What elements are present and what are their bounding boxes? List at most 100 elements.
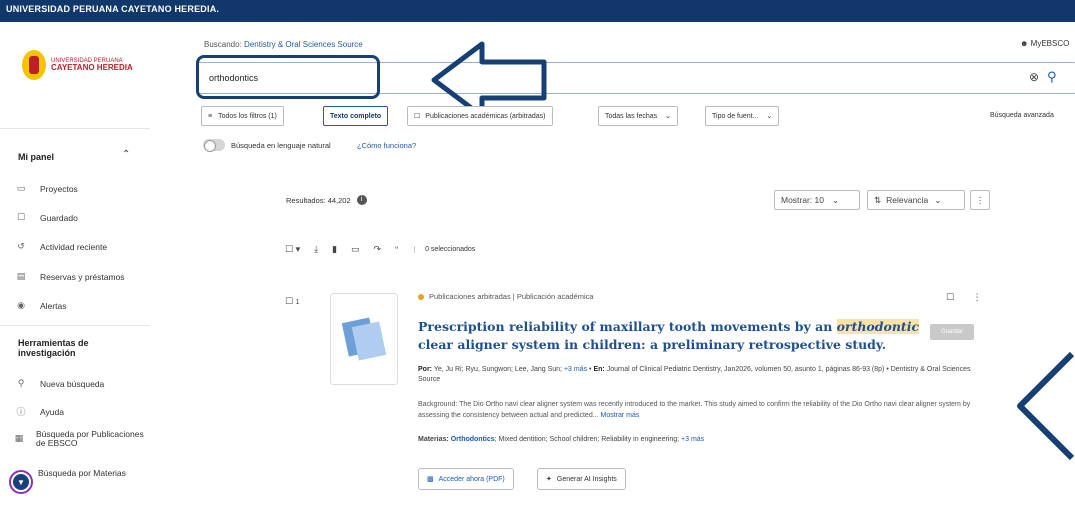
download-icon[interactable]: ⤓ [314, 244, 318, 255]
how-it-works-link[interactable]: ¿Cómo funciona? [357, 141, 416, 150]
more-vertical-icon[interactable]: ⋮ [973, 292, 982, 302]
database-link[interactable]: Dentistry & Oral Sciences Source [244, 40, 363, 49]
peer-reviewed-chip[interactable]: ☐ Publicaciones académicas (arbitradas) [407, 106, 553, 126]
info-icon[interactable]: i [356, 195, 367, 205]
sidebar-item-recent-activity[interactable]: ↺ Actividad reciente [14, 241, 107, 252]
searching-database: Buscando: Dentistry & Oral Sciences Sour… [204, 40, 363, 49]
share-icon[interactable]: ↷ [374, 244, 382, 255]
sidebar-item-label: Guardado [40, 212, 78, 223]
institution-bar: UNIVERSIDAD PERUANA CAYETANO HEREDIA. [0, 0, 1075, 22]
result-metadata: Por: Ye, Ju Ri; Ryu, Sungwon; Lee, Jang … [418, 366, 971, 384]
result-checkbox[interactable]: ☐ 1 [285, 296, 299, 307]
result-thumbnail[interactable] [330, 293, 398, 385]
help-icon: ⓘ [16, 407, 26, 417]
sidebar-item-projects[interactable]: ▭ Proyectos [14, 183, 78, 194]
peer-reviewed-dot-icon [418, 293, 424, 300]
sidebar-item-label: Reservas y préstamos [40, 271, 125, 282]
chevron-down-icon: ⌄ [832, 194, 840, 205]
chevron-up-icon[interactable]: ⌃ [122, 149, 130, 160]
publications-icon: ▦ [14, 433, 24, 444]
advanced-search-link[interactable]: Búsqueda avanzada [990, 112, 1054, 119]
sparkle-icon: ✦ [546, 476, 552, 483]
sidebar-item-subjects[interactable]: Búsqueda por Materias [38, 468, 126, 478]
more-vertical-icon: ⋮ [975, 194, 985, 205]
library-icon: ▤ [16, 271, 26, 281]
bell-icon: ◉ [17, 300, 25, 310]
results-per-page-dropdown[interactable]: Mostrar: 10 ⌄ [774, 190, 860, 210]
all-filters-button[interactable]: ≡ Todos los filtros (1) [201, 106, 284, 126]
chevron-down-icon: ⌄ [934, 194, 942, 205]
logo-line-2: CAYETANO HEREDIA [51, 63, 133, 72]
result-title[interactable]: Prescription reliability of maxillary to… [418, 318, 958, 354]
bookmark-icon[interactable]: ▮ [332, 244, 337, 255]
clear-search-icon[interactable]: ⊗ [1029, 70, 1039, 84]
show-more-link[interactable]: Mostrar más [601, 412, 640, 419]
sidebar-item-label: Nueva búsqueda [40, 378, 105, 389]
institution-name: UNIVERSIDAD PERUANA CAYETANO HEREDIA. [6, 4, 220, 14]
date-filter-dropdown[interactable]: Todas las fechas ⌄ [598, 106, 679, 126]
more-options-button[interactable]: ⋮ [970, 190, 990, 210]
results-toolbar: ☐ ▾ ⤓ ▮ ▭ ↷ “ 0 seleccionados [285, 244, 489, 255]
cite-icon[interactable]: “ [395, 245, 398, 255]
sidebar-item-label: Búsqueda por Publicaciones de EBSCO [35, 429, 144, 449]
selected-count: 0 seleccionados [414, 246, 475, 253]
chevron-down-icon: ⌄ [665, 113, 672, 120]
source-type-dropdown[interactable]: Tipo de fuent... ⌄ [705, 106, 780, 126]
sidebar-item-label: Actividad reciente [40, 241, 108, 252]
university-logo[interactable]: UNIVERSIDAD PERUANA CAYETANO HEREDIA [22, 48, 142, 82]
myebsco-account[interactable]: ☻ MyEBSCO [1020, 39, 1069, 48]
authors: Ye, Ju Ri; Ryu, Sungwon; Lee, Jang Sun; [433, 366, 562, 373]
sidebar-divider [0, 325, 150, 326]
folder-icon: ▭ [16, 183, 26, 193]
more-subjects-link[interactable]: +3 más [681, 436, 704, 443]
result-actions: ☐ ⋮ [946, 292, 982, 303]
sidebar-item-label: Ayuda [40, 406, 64, 417]
searching-label: Buscando: [204, 40, 242, 49]
sort-dropdown[interactable]: ⇅ Relevancia ⌄ [867, 190, 965, 210]
result-number: 1 [295, 299, 300, 306]
sidebar-item-reserves-loans[interactable]: ▤ Reservas y préstamos [14, 271, 125, 282]
annotation-arrow-right-icon [1017, 351, 1075, 461]
chevron-down-icon: ▼ [13, 474, 29, 490]
sidebar-item-label: Alertas [40, 300, 67, 311]
sidebar-item-new-search[interactable]: ⚲ Nueva búsqueda [14, 378, 105, 389]
search-icon[interactable]: ⚲ [1047, 69, 1057, 85]
results-count: Resultados: 44,202 i [286, 195, 367, 205]
full-text-chip[interactable]: Texto completo [323, 106, 389, 126]
search-icon: ⚲ [17, 378, 25, 388]
result-abstract: Background: The Dio Ortho navi clear ali… [418, 401, 971, 419]
sidebar-item-saved[interactable]: ☐ Guardado [14, 212, 78, 223]
pdf-icon: ▩ [427, 476, 434, 483]
publication-type: Publicaciones arbitradas | Publicación a… [418, 292, 594, 301]
natural-language-label: Búsqueda en lenguaje natural [231, 141, 331, 150]
more-authors-link[interactable]: +3 más [564, 366, 587, 373]
chevron-down-icon: ⌄ [766, 113, 773, 120]
save-tooltip: Guardar [930, 324, 974, 340]
subject-link[interactable]: Orthodontics [451, 436, 495, 443]
checkbox-icon: ☐ [414, 113, 421, 120]
sort-icon: ⇅ [874, 194, 882, 205]
bookmark-icon: ☐ [16, 212, 26, 222]
sidebar-item-label: Búsqueda por Materias [38, 468, 126, 478]
result-subjects: Materias: Orthodontics; Mixed dentition;… [418, 436, 705, 443]
expand-sidebar-button[interactable]: ▼ [9, 470, 33, 494]
select-all-checkbox[interactable]: ☐ ▾ [285, 244, 300, 255]
sidebar-item-help[interactable]: ⓘ Ayuda [14, 405, 64, 418]
sidebar-item-label: Proyectos [40, 183, 78, 194]
history-icon: ↺ [17, 241, 25, 251]
sidebar-item-alerts[interactable]: ◉ Alertas [14, 300, 66, 311]
account-label: MyEBSCO [1030, 39, 1070, 48]
ai-insights-button[interactable]: ✦ Generar AI Insights [537, 468, 626, 490]
search-highlight-box [196, 55, 380, 99]
filter-icon: ≡ [208, 112, 213, 120]
sidebar-item-publications[interactable]: ▦ Búsqueda por Publicaciones de EBSCO [14, 429, 144, 449]
account-icon: ☻ [1020, 39, 1029, 48]
sidebar-divider [0, 128, 150, 129]
research-tools-heading: Herramientas de investigación [18, 338, 89, 359]
university-seal-icon [22, 50, 46, 80]
natural-language-toggle[interactable] [203, 139, 225, 152]
folder-icon[interactable]: ▭ [351, 244, 360, 255]
access-pdf-button[interactable]: ▩ Acceder ahora (PDF) [418, 468, 514, 490]
save-bookmark-icon[interactable]: ☐ [946, 292, 954, 302]
document-icon [351, 321, 387, 361]
